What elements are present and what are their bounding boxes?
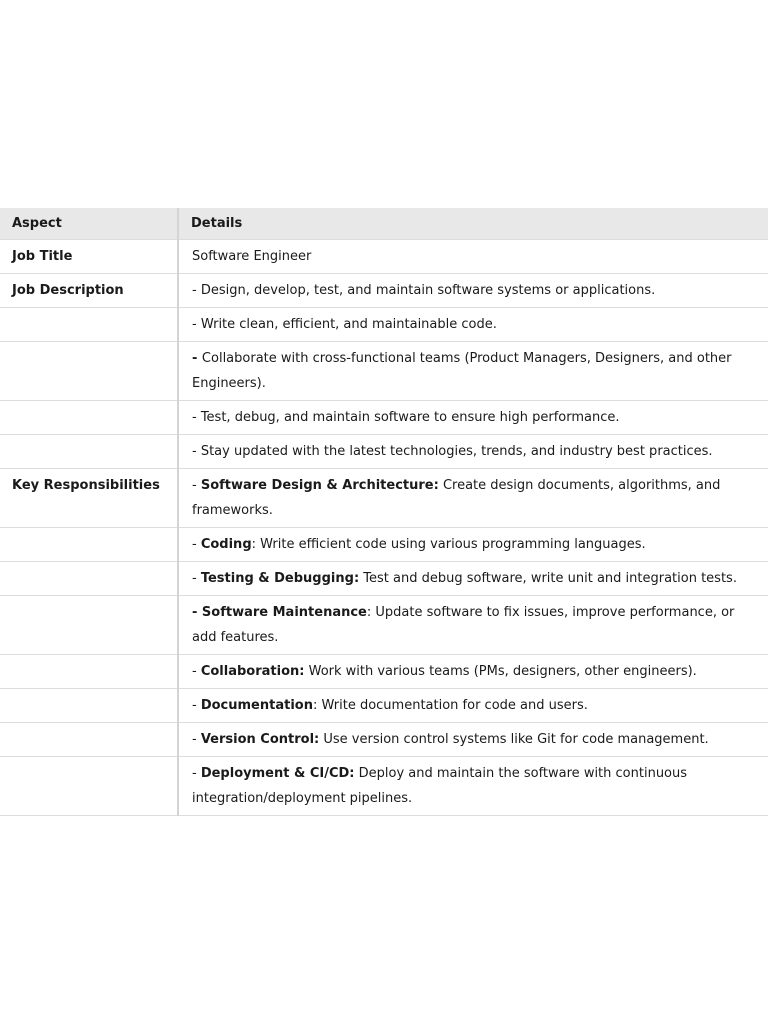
job-table-container: Aspect Details Job Title Software Engine… [0,208,768,816]
job-table: Aspect Details Job Title Software Engine… [0,208,768,816]
table-row: - Coding: Write efficient code using var… [0,527,768,562]
row-aspect: Job Title [0,239,179,274]
row-text: Collaborate with cross-functional teams … [192,351,732,391]
table-row: - Version Control: Use version control s… [0,722,768,757]
row-aspect [0,654,179,689]
row-prefix: - [192,571,201,586]
header-aspect: Aspect [0,208,179,240]
row-details: - Software Design & Architecture: Create… [178,468,768,528]
table-row: - Testing & Debugging: Test and debug so… [0,561,768,596]
row-text: Software Engineer [192,249,312,264]
row-text: Work with various teams (PMs, designers,… [304,664,697,679]
row-aspect [0,307,179,342]
row-text: Use version control systems like Git for… [319,732,709,747]
row-prefix: - [192,478,201,493]
row-bold-term: Deployment & CI/CD: [200,766,355,781]
table-row: - Collaboration: Work with various teams… [0,654,768,689]
table-row: Key Responsibilities - Software Design &… [0,468,768,528]
row-aspect [0,595,179,655]
row-text: Test and debug software, write unit and … [359,571,737,586]
row-bold-term: Version Control: [200,732,320,747]
table-row: - Documentation: Write documentation for… [0,688,768,723]
row-prefix: - [192,732,201,747]
row-details: - Write clean, efficient, and maintainab… [178,307,768,342]
row-prefix: - [192,766,201,781]
row-prefix: - [192,351,202,366]
header-details: Details [178,208,768,240]
row-prefix: - [192,317,201,332]
table-row: Job Title Software Engineer [0,239,768,274]
row-aspect [0,434,179,469]
table-header-row: Aspect Details [0,208,768,240]
row-details: - Collaborate with cross-functional team… [178,341,768,401]
row-aspect: Key Responsibilities [0,468,179,528]
table-row: - Stay updated with the latest technolog… [0,434,768,469]
row-details: - Stay updated with the latest technolog… [178,434,768,469]
row-details: - Coding: Write efficient code using var… [178,527,768,562]
row-details: - Software Maintenance: Update software … [178,595,768,655]
row-details: - Version Control: Use version control s… [178,722,768,757]
row-text: Stay updated with the latest technologie… [200,444,713,459]
row-prefix: - [192,444,201,459]
row-aspect [0,722,179,757]
table-row: - Write clean, efficient, and maintainab… [0,307,768,342]
row-aspect [0,341,179,401]
row-aspect [0,688,179,723]
table-row: Job Description - Design, develop, test,… [0,273,768,308]
row-details: - Test, debug, and maintain software to … [178,400,768,435]
table-row: - Software Maintenance: Update software … [0,595,768,655]
row-details: - Testing & Debugging: Test and debug so… [178,561,768,596]
row-bold-term: Documentation [200,698,313,713]
row-bold-term: Software Maintenance [201,605,367,620]
row-details: - Design, develop, test, and maintain so… [178,273,768,308]
row-text: Write clean, efficient, and maintainable… [200,317,497,332]
row-aspect [0,756,179,816]
row-details: Software Engineer [178,239,768,274]
row-bold-term: Collaboration: [200,664,305,679]
table-row: - Test, debug, and maintain software to … [0,400,768,435]
row-text: Design, develop, test, and maintain soft… [200,283,656,298]
row-details: - Documentation: Write documentation for… [178,688,768,723]
row-aspect: Job Description [0,273,179,308]
row-bold-term: Software Design & Architecture: [200,478,439,493]
row-bold-term: Coding [200,537,252,552]
row-prefix: - [192,283,201,298]
table-row: - Deployment & CI/CD: Deploy and maintai… [0,756,768,816]
row-aspect [0,527,179,562]
row-bold-term: Testing & Debugging: [200,571,360,586]
row-prefix: - [192,410,201,425]
table-row: - Collaborate with cross-functional team… [0,341,768,401]
row-text: Test, debug, and maintain software to en… [200,410,620,425]
row-prefix: - [192,537,201,552]
row-prefix: - [192,698,201,713]
row-prefix: - [192,664,201,679]
row-prefix: - [192,605,202,620]
row-details: - Collaboration: Work with various teams… [178,654,768,689]
row-aspect [0,561,179,596]
row-aspect [0,400,179,435]
row-text: : Write efficient code using various pro… [251,537,646,552]
row-text: : Write documentation for code and users… [312,698,588,713]
row-details: - Deployment & CI/CD: Deploy and maintai… [178,756,768,816]
